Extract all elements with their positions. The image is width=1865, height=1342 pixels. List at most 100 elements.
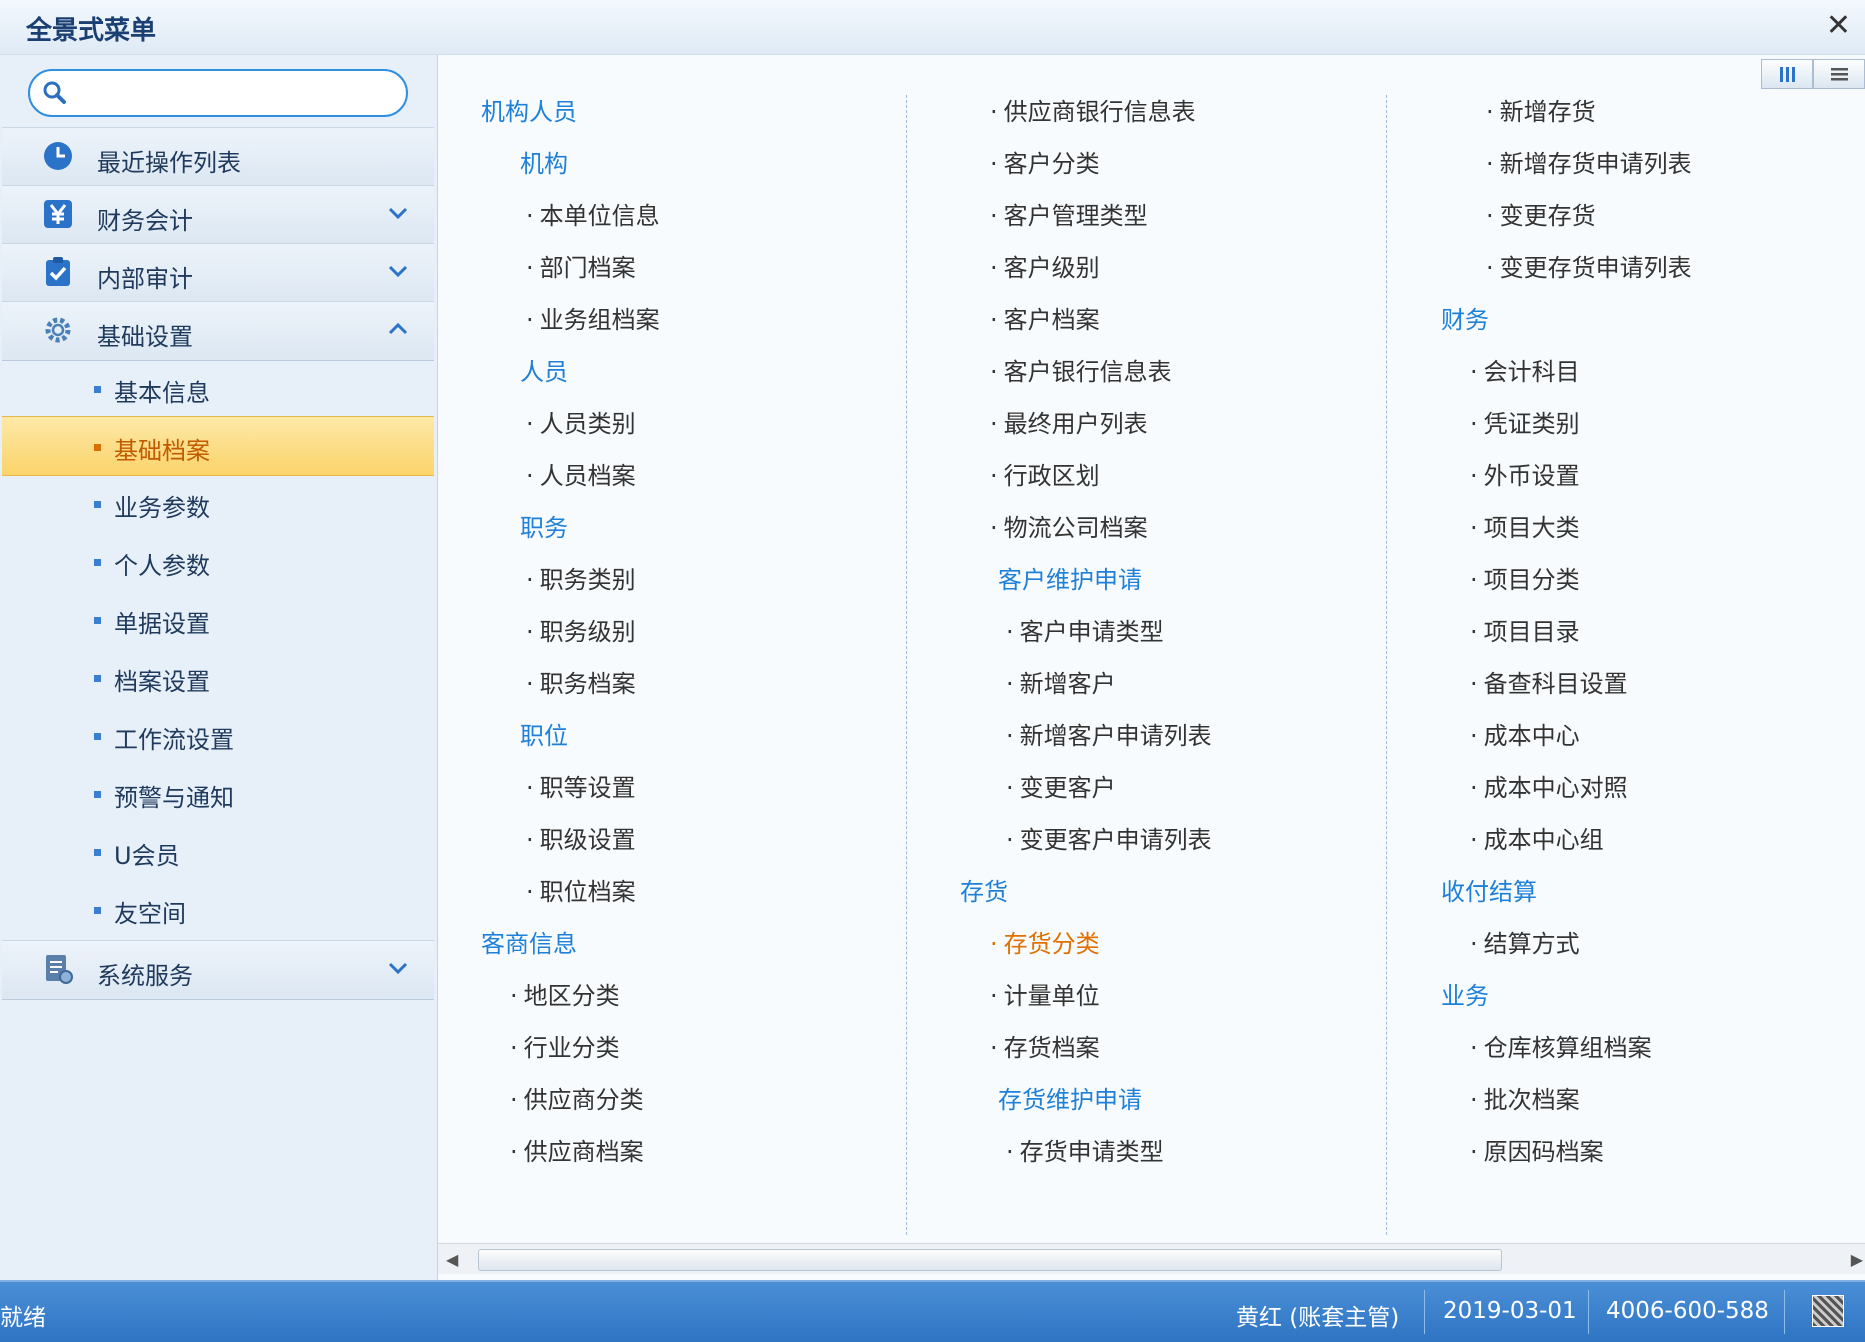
list-view-icon[interactable] bbox=[1813, 59, 1865, 89]
menu-link[interactable]: 成本中心组 bbox=[1470, 820, 1604, 855]
bullet bbox=[94, 849, 101, 856]
menu-link[interactable]: 批次档案 bbox=[1470, 1080, 1580, 1115]
group-heading[interactable]: 客商信息 bbox=[481, 924, 577, 959]
menu-link[interactable]: 行业分类 bbox=[510, 1028, 620, 1063]
menu-link[interactable]: 供应商银行信息表 bbox=[990, 92, 1196, 127]
scroll-right-icon[interactable]: ▶ bbox=[1851, 1250, 1863, 1269]
menu-link[interactable]: 成本中心对照 bbox=[1470, 768, 1628, 803]
menu-link[interactable]: 计量单位 bbox=[990, 976, 1100, 1011]
menu-link[interactable]: 客户管理类型 bbox=[990, 196, 1148, 231]
menu-link[interactable]: 本单位信息 bbox=[526, 196, 660, 231]
menu-item-settings[interactable]: 基础设置 bbox=[2, 301, 434, 361]
sub-item[interactable]: U会员 bbox=[2, 822, 434, 880]
columns-view-icon[interactable] bbox=[1761, 59, 1813, 89]
menu-link[interactable]: 项目大类 bbox=[1470, 508, 1580, 543]
menu-link[interactable]: 会计科目 bbox=[1470, 352, 1580, 387]
menu-link[interactable]: 存货申请类型 bbox=[1006, 1132, 1164, 1167]
chevron-down-icon[interactable] bbox=[387, 264, 409, 278]
menu-link[interactable]: 变更客户申请列表 bbox=[1006, 820, 1212, 855]
scroll-left-icon[interactable]: ◀ bbox=[446, 1250, 458, 1269]
menu-link[interactable]: 业务组档案 bbox=[526, 300, 660, 335]
menu-link[interactable]: 结算方式 bbox=[1470, 924, 1580, 959]
scrollbar-thumb[interactable] bbox=[478, 1249, 1502, 1271]
sub-item-label: 基本信息 bbox=[114, 379, 210, 407]
menu-link[interactable]: 供应商档案 bbox=[510, 1132, 644, 1167]
menu-link[interactable]: 存货档案 bbox=[990, 1028, 1100, 1063]
menu-link[interactable]: 客户申请类型 bbox=[1006, 612, 1164, 647]
menu-link[interactable]: 备查科目设置 bbox=[1470, 664, 1628, 699]
menu-link[interactable]: 职级设置 bbox=[526, 820, 636, 855]
sub-heading[interactable]: 职务 bbox=[520, 508, 568, 543]
menu-link[interactable]: 成本中心 bbox=[1470, 716, 1580, 751]
chevron-down-icon[interactable] bbox=[387, 206, 409, 220]
menu-link[interactable]: 职等设置 bbox=[526, 768, 636, 803]
sub-item[interactable]: 预警与通知 bbox=[2, 764, 434, 822]
bullet bbox=[94, 444, 101, 451]
menu-item-recent[interactable]: 最近操作列表 bbox=[2, 127, 434, 187]
sub-item[interactable]: 工作流设置 bbox=[2, 706, 434, 764]
menu-link[interactable]: 原因码档案 bbox=[1470, 1132, 1604, 1167]
sub-item[interactable]: 友空间 bbox=[2, 880, 434, 938]
menu-link[interactable]: 仓库核算组档案 bbox=[1470, 1028, 1652, 1063]
search-input[interactable] bbox=[28, 69, 408, 117]
menu-link[interactable]: 职务档案 bbox=[526, 664, 636, 699]
menu-link[interactable]: 新增客户 bbox=[1006, 664, 1116, 699]
chevron-up-icon[interactable] bbox=[387, 322, 409, 336]
menu-link[interactable]: 项目分类 bbox=[1470, 560, 1580, 595]
sub-item[interactable]: 基本信息 bbox=[2, 359, 434, 417]
qr-code-icon[interactable] bbox=[1812, 1295, 1844, 1327]
document-gear-icon bbox=[46, 955, 73, 984]
menu-item-finance[interactable]: 财务会计 bbox=[2, 185, 434, 245]
group-heading[interactable]: 财务 bbox=[1441, 300, 1489, 335]
sub-heading[interactable]: 人员 bbox=[520, 352, 568, 387]
group-heading[interactable]: 机构人员 bbox=[481, 92, 577, 127]
menu-link-active[interactable]: 存货分类 bbox=[990, 924, 1100, 959]
menu-link[interactable]: 项目目录 bbox=[1470, 612, 1580, 647]
menu-item-system[interactable]: 系统服务 bbox=[2, 940, 434, 1000]
menu-link[interactable]: 职位档案 bbox=[526, 872, 636, 907]
menu-link[interactable]: 地区分类 bbox=[510, 976, 620, 1011]
menu-link[interactable]: 客户银行信息表 bbox=[990, 352, 1172, 387]
menu-link[interactable]: 客户档案 bbox=[990, 300, 1100, 335]
group-heading[interactable]: 业务 bbox=[1441, 976, 1489, 1011]
menu-link[interactable]: 人员类别 bbox=[526, 404, 636, 439]
menu-link[interactable]: 物流公司档案 bbox=[990, 508, 1148, 543]
menu-link[interactable]: 客户级别 bbox=[990, 248, 1100, 283]
menu-link[interactable]: 外币设置 bbox=[1470, 456, 1580, 491]
menu-link[interactable]: 供应商分类 bbox=[510, 1080, 644, 1115]
sub-item[interactable]: 档案设置 bbox=[2, 648, 434, 706]
menu-link[interactable]: 新增存货申请列表 bbox=[1486, 144, 1692, 179]
sub-item[interactable]: 单据设置 bbox=[2, 590, 434, 648]
sub-item-label: 个人参数 bbox=[114, 552, 210, 580]
menu-link[interactable]: 人员档案 bbox=[526, 456, 636, 491]
sub-heading[interactable]: 存货维护申请 bbox=[998, 1080, 1142, 1115]
menu-link[interactable]: 客户分类 bbox=[990, 144, 1100, 179]
close-icon[interactable]: ✕ bbox=[1826, 8, 1851, 43]
sub-item-label: 友空间 bbox=[114, 900, 186, 928]
menu-link[interactable]: 职务类别 bbox=[526, 560, 636, 595]
sub-heading[interactable]: 机构 bbox=[520, 144, 568, 179]
menu-link[interactable]: 变更存货 bbox=[1486, 196, 1596, 231]
menu-link[interactable]: 变更客户 bbox=[1006, 768, 1116, 803]
menu-link[interactable]: 凭证类别 bbox=[1470, 404, 1580, 439]
sub-item-active[interactable]: 基础档案 bbox=[2, 416, 434, 476]
menu-link[interactable]: 新增存货 bbox=[1486, 92, 1596, 127]
view-toggle[interactable] bbox=[1761, 59, 1865, 91]
menu-link[interactable]: 变更存货申请列表 bbox=[1486, 248, 1692, 283]
chevron-down-icon[interactable] bbox=[387, 961, 409, 975]
sub-item[interactable]: 个人参数 bbox=[2, 532, 434, 590]
menu-link[interactable]: 新增客户申请列表 bbox=[1006, 716, 1212, 751]
sub-item[interactable]: 业务参数 bbox=[2, 474, 434, 532]
sub-heading[interactable]: 职位 bbox=[520, 716, 568, 751]
group-heading[interactable]: 收付结算 bbox=[1441, 872, 1537, 907]
menu-item-audit[interactable]: 内部审计 bbox=[2, 243, 434, 303]
sub-item-label: 业务参数 bbox=[114, 494, 210, 522]
menu-link[interactable]: 行政区划 bbox=[990, 456, 1100, 491]
horizontal-scrollbar[interactable]: ◀ ▶ bbox=[438, 1243, 1865, 1274]
menu-link[interactable]: 部门档案 bbox=[526, 248, 636, 283]
sub-heading[interactable]: 客户维护申请 bbox=[998, 560, 1142, 595]
menu-link[interactable]: 职务级别 bbox=[526, 612, 636, 647]
group-heading[interactable]: 存货 bbox=[960, 872, 1008, 907]
menu-link[interactable]: 最终用户列表 bbox=[990, 404, 1148, 439]
menu-item-label: 最近操作列表 bbox=[97, 149, 241, 177]
